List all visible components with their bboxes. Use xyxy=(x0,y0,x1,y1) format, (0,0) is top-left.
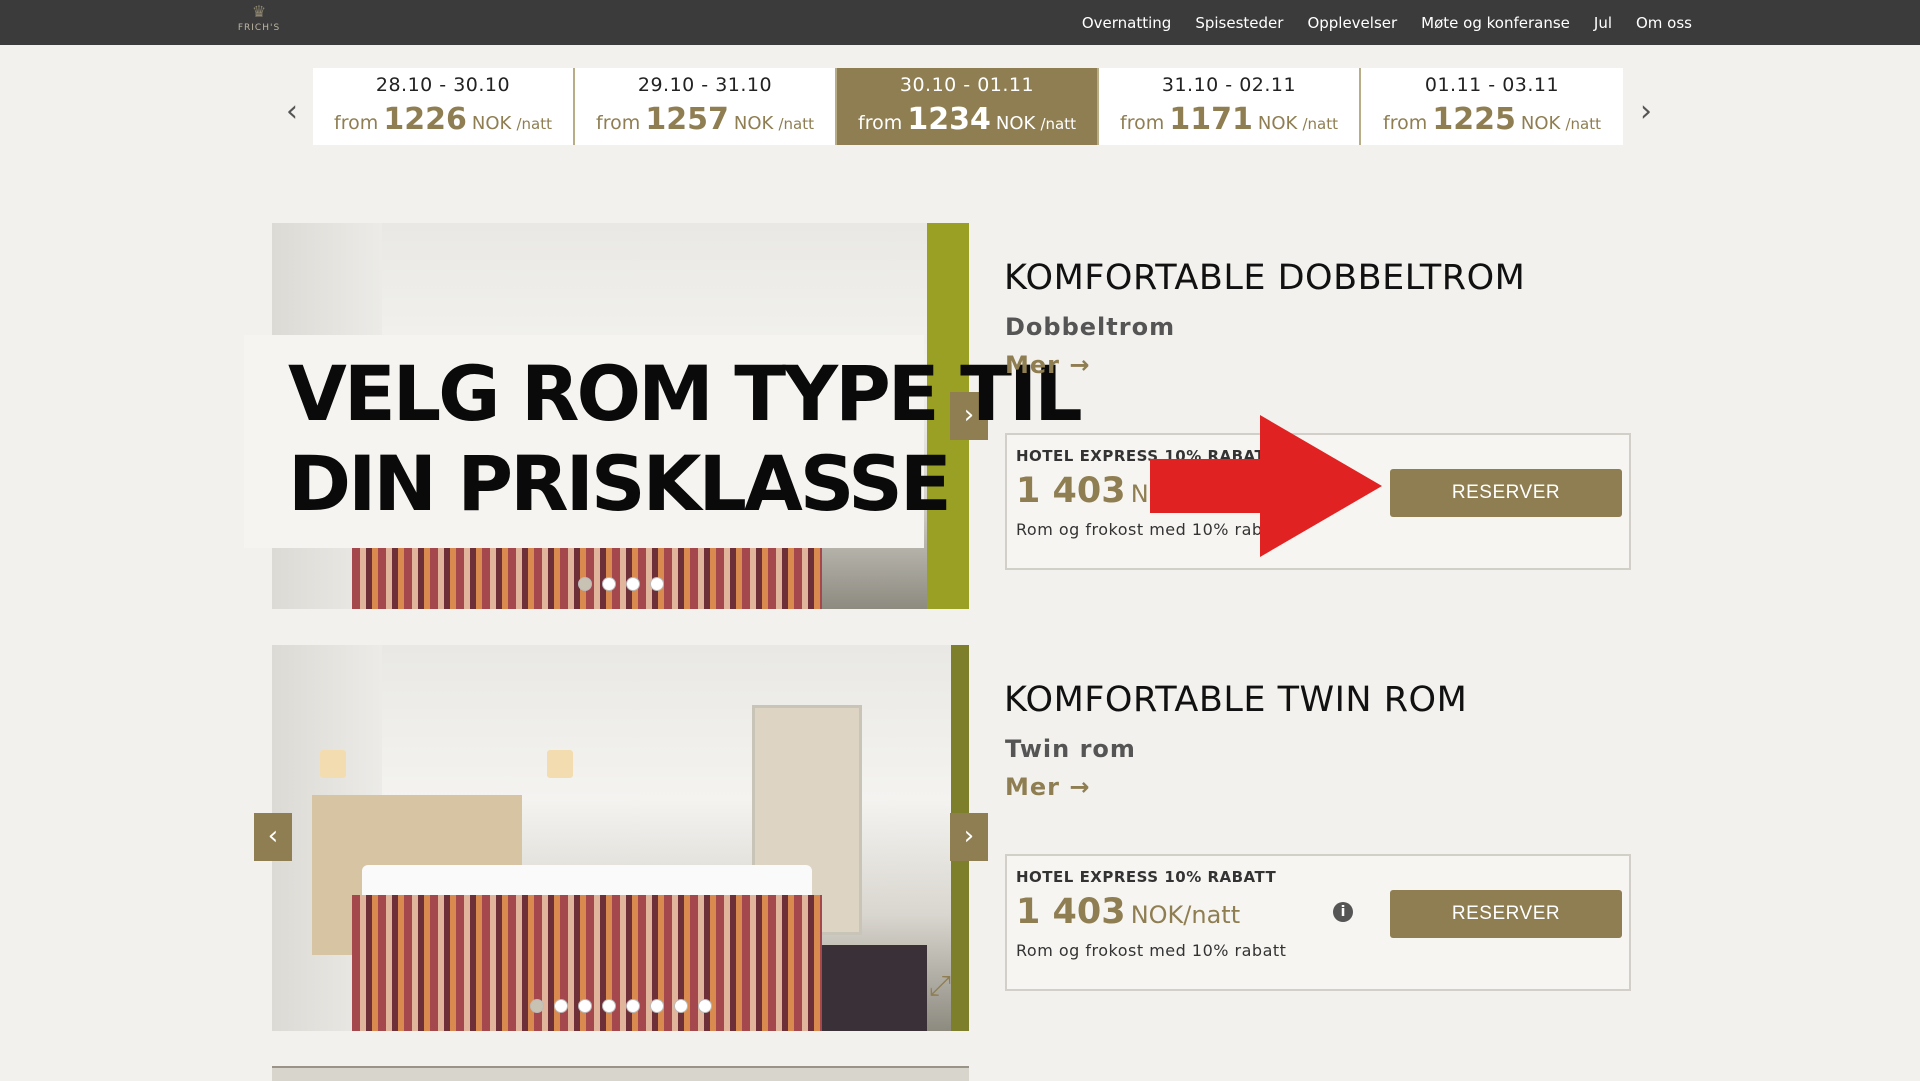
room-1-title: KOMFORTABLE DOBBELTROM xyxy=(1004,258,1526,298)
room-2-subtitle: Twin rom xyxy=(1005,735,1136,763)
main-menu: Overnatting Spisesteder Opplevelser Møte… xyxy=(1082,0,1692,45)
promo-line-2: DIN PRISKLASSE xyxy=(288,439,952,528)
date-price: from 1171 NOK /natt xyxy=(1120,102,1338,137)
promo-line-1: VELG ROM TYPE TIL xyxy=(288,349,1083,438)
room-2-reserve-button[interactable]: RESERVER xyxy=(1390,890,1622,938)
room-2-next-arrow-icon[interactable]: › xyxy=(950,813,988,861)
date-range: 29.10 - 31.10 xyxy=(637,74,773,96)
nav-item-mote-og-konferanse[interactable]: Møte og konferanse xyxy=(1421,14,1570,32)
carousel-dot[interactable] xyxy=(529,999,544,1013)
date-range: 01.11 - 03.11 xyxy=(1424,74,1560,96)
room-2-title: KOMFORTABLE TWIN ROM xyxy=(1004,680,1468,720)
room-2-carousel-dots xyxy=(272,999,969,1013)
carousel-dot[interactable] xyxy=(649,577,664,591)
date-option-card[interactable]: 28.10 - 30.10 from 1226 NOK /natt xyxy=(313,68,575,145)
carousel-dot[interactable] xyxy=(577,999,592,1013)
room-2-photo: ⤢ xyxy=(272,645,969,1031)
carousel-dot[interactable] xyxy=(601,577,616,591)
info-icon[interactable]: i xyxy=(1333,902,1353,922)
carousel-dot[interactable] xyxy=(625,577,640,591)
date-next-chevron-icon[interactable]: › xyxy=(1631,92,1661,132)
date-range: 31.10 - 02.11 xyxy=(1161,74,1297,96)
date-price: from 1226 NOK /natt xyxy=(334,102,552,137)
rate-description: Rom og frokost med 10% rabatt xyxy=(1016,941,1287,960)
room-1-carousel-dots xyxy=(272,577,969,591)
room-3-photo xyxy=(272,1066,969,1081)
nav-item-overnatting[interactable]: Overnatting xyxy=(1082,14,1171,32)
date-option-card[interactable]: 29.10 - 31.10 from 1257 NOK /natt xyxy=(575,68,837,145)
expand-icon[interactable]: ⤢ xyxy=(929,969,951,1003)
date-selector: 28.10 - 30.10 from 1226 NOK /natt 29.10 - … xyxy=(313,68,1623,145)
room-1-subtitle: Dobbeltrom xyxy=(1005,313,1176,341)
date-price: from 1234 NOK /natt xyxy=(858,102,1076,137)
date-option-card[interactable]: 31.10 - 02.11 from 1171 NOK /natt xyxy=(1099,68,1361,145)
carousel-dot[interactable] xyxy=(553,999,568,1013)
date-range: 28.10 - 30.10 xyxy=(375,74,511,96)
rate-name: HOTEL EXPRESS 10% RABATT xyxy=(1016,868,1277,886)
room-2-prev-arrow-icon[interactable]: ‹ xyxy=(254,813,292,861)
promo-overlay: VELG ROM TYPE TIL DIN PRISKLASSE xyxy=(244,335,1083,548)
carousel-dot[interactable] xyxy=(601,999,616,1013)
date-option-card[interactable]: 01.11 - 03.11 from 1225 NOK /natt xyxy=(1361,68,1623,145)
room-1-reserve-button[interactable]: RESERVER xyxy=(1390,469,1622,517)
carousel-dot[interactable] xyxy=(673,999,688,1013)
room-2-more-link[interactable]: Mer → xyxy=(1005,773,1090,801)
carousel-dot[interactable] xyxy=(625,999,640,1013)
nav-item-opplevelser[interactable]: Opplevelser xyxy=(1307,14,1397,32)
carousel-dot[interactable] xyxy=(697,999,712,1013)
top-navigation-bar: ♛ FRICH'S Overnatting Spisesteder Opplev… xyxy=(0,0,1920,45)
room-2-rate-box: HOTEL EXPRESS 10% RABATT 1 403 NOK/natt … xyxy=(1005,854,1631,991)
room-1-more-link[interactable]: Mer → xyxy=(1005,351,1090,379)
red-pointer-arrow-icon xyxy=(1150,415,1382,557)
hotel-logo[interactable]: ♛ FRICH'S xyxy=(232,2,286,42)
carousel-dot[interactable] xyxy=(649,999,664,1013)
date-option-card[interactable]: 30.10 - 01.11 from 1234 NOK /natt xyxy=(837,68,1099,145)
nav-item-jul[interactable]: Jul xyxy=(1594,14,1612,32)
rate-price: 1 403 NOK/natt xyxy=(1016,892,1241,932)
date-range: 30.10 - 01.11 xyxy=(899,74,1035,96)
carousel-dot[interactable] xyxy=(577,577,592,591)
date-price: from 1225 NOK /natt xyxy=(1383,102,1601,137)
crest-icon: ♛ xyxy=(251,2,267,21)
date-prev-chevron-icon[interactable]: ‹ xyxy=(277,92,307,132)
nav-item-spisesteder[interactable]: Spisesteder xyxy=(1195,14,1283,32)
date-price: from 1257 NOK /natt xyxy=(596,102,814,137)
nav-item-om-oss[interactable]: Om oss xyxy=(1636,14,1692,32)
